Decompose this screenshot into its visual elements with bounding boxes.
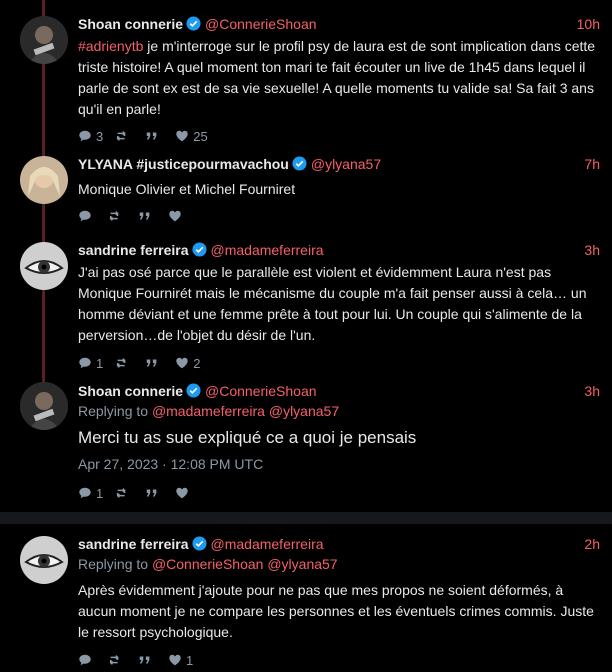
tweet-time[interactable]: 3h bbox=[584, 240, 600, 260]
author-name[interactable]: sandrine ferreira bbox=[78, 536, 189, 552]
tweet-text: Monique Olivier et Michel Fourniret bbox=[78, 181, 296, 197]
author-name[interactable]: Shoan connerie bbox=[78, 16, 183, 32]
retweet-button[interactable] bbox=[108, 209, 126, 223]
tweet-date[interactable]: Apr 27, 2023 · 12:08 PM UTC bbox=[78, 456, 600, 472]
replying-to: Replying to @ConnerieShoan @ylyana57 bbox=[78, 556, 338, 572]
retweet-button[interactable] bbox=[115, 486, 133, 500]
author-name[interactable]: YLYANA #justicepourmavachou bbox=[78, 156, 289, 172]
author-handle[interactable]: @ConnerieShoan bbox=[205, 383, 317, 399]
author-handle[interactable]: @ConnerieShoan bbox=[205, 16, 317, 32]
verified-icon bbox=[186, 16, 201, 31]
quote-icon bbox=[146, 132, 157, 140]
retweet-button[interactable] bbox=[115, 356, 133, 370]
retweet-icon bbox=[109, 211, 119, 221]
section-divider bbox=[0, 512, 612, 524]
like-button[interactable]: 2 bbox=[175, 356, 200, 371]
avatar[interactable] bbox=[20, 536, 68, 584]
tweet-text: #adrienytb je m'interroge sur le profil … bbox=[78, 38, 596, 117]
tweet-main[interactable]: Shoan connerie @ConnerieShoan 3h Replying… bbox=[0, 376, 612, 506]
author-name[interactable]: Shoan connerie bbox=[78, 383, 183, 399]
reply-button[interactable] bbox=[78, 653, 96, 667]
reply-button[interactable] bbox=[78, 209, 96, 223]
tweet-time[interactable]: 3h bbox=[584, 381, 600, 401]
tweet-time[interactable]: 2h bbox=[584, 534, 600, 554]
tweet-actions: 1 2 bbox=[78, 355, 600, 371]
quote-button[interactable] bbox=[138, 209, 156, 223]
avatar[interactable] bbox=[20, 242, 68, 290]
author-handle[interactable]: @madameferreira bbox=[211, 536, 324, 552]
retweet-icon bbox=[116, 358, 126, 368]
tweet-time[interactable]: 10h bbox=[577, 14, 600, 34]
like-button[interactable] bbox=[175, 486, 193, 500]
hashtag-link[interactable]: #adrienytb bbox=[78, 38, 143, 54]
tweet-time[interactable]: 7h bbox=[584, 154, 600, 174]
verified-icon bbox=[186, 383, 201, 398]
avatar[interactable] bbox=[20, 156, 68, 204]
like-button[interactable]: 1 bbox=[168, 653, 193, 668]
heart-icon bbox=[169, 210, 181, 222]
verified-icon bbox=[191, 536, 207, 551]
tweet-text: J'ai pas osé parce que le parallèle est … bbox=[78, 264, 587, 343]
tweet-text: Après évidemment j'ajoute pour ne pas qu… bbox=[78, 582, 594, 640]
comment-icon bbox=[79, 210, 91, 222]
quote-icon bbox=[139, 656, 150, 664]
tweet-actions: 1 bbox=[78, 652, 600, 668]
tweet-actions: 1 bbox=[78, 485, 600, 501]
heart-icon bbox=[176, 357, 188, 369]
retweet-button[interactable] bbox=[108, 653, 126, 667]
tweet[interactable]: YLYANA #justicepourmavachou @ylyana57 7h … bbox=[0, 150, 612, 230]
quote-button[interactable] bbox=[138, 653, 156, 667]
avatar[interactable] bbox=[20, 16, 68, 64]
like-button[interactable] bbox=[168, 209, 186, 223]
quote-icon bbox=[146, 489, 157, 497]
reply-button[interactable]: 1 bbox=[78, 486, 103, 501]
replying-to: Replying to @madameferreira @ylyana57 bbox=[78, 403, 340, 419]
reply-button[interactable]: 1 bbox=[78, 356, 103, 371]
retweet-button[interactable] bbox=[115, 129, 133, 143]
verified-icon bbox=[292, 156, 307, 171]
author-handle[interactable]: @ylyana57 bbox=[311, 156, 381, 172]
retweet-icon bbox=[116, 488, 126, 498]
quote-icon bbox=[146, 359, 157, 367]
author-handle[interactable]: @madameferreira bbox=[211, 242, 324, 258]
tweet-actions bbox=[78, 208, 600, 224]
quote-icon bbox=[139, 212, 150, 220]
comment-icon bbox=[79, 357, 91, 369]
tweet[interactable]: Shoan connerie @ConnerieShoan 10h #adrien… bbox=[0, 10, 612, 144]
reply-button[interactable]: 3 bbox=[78, 129, 103, 144]
tweet[interactable]: sandrine ferreira @madameferreira 2h Repl… bbox=[0, 530, 612, 670]
author-name[interactable]: sandrine ferreira bbox=[78, 242, 189, 258]
heart-icon bbox=[176, 487, 188, 499]
replying-to-handles[interactable]: @madameferreira @ylyana57 bbox=[152, 403, 339, 419]
quote-button[interactable] bbox=[145, 486, 163, 500]
verified-icon bbox=[191, 242, 207, 257]
retweet-icon bbox=[109, 655, 119, 665]
comment-icon bbox=[79, 654, 91, 666]
quote-button[interactable] bbox=[145, 129, 163, 143]
heart-icon bbox=[176, 130, 188, 142]
quote-button[interactable] bbox=[145, 356, 163, 370]
avatar[interactable] bbox=[20, 382, 68, 430]
heart-icon bbox=[169, 654, 181, 666]
tweet-actions: 3 25 bbox=[78, 128, 600, 144]
retweet-icon bbox=[116, 131, 126, 141]
comment-icon bbox=[79, 487, 91, 499]
like-button[interactable]: 25 bbox=[175, 129, 208, 144]
comment-icon bbox=[79, 130, 91, 142]
tweet[interactable]: sandrine ferreira @madameferreira 3h J'ai… bbox=[0, 236, 612, 376]
tweet-text: Merci tu as sue expliqué ce a quoi je pe… bbox=[78, 428, 417, 447]
replying-to-handles[interactable]: @ConnerieShoan @ylyana57 bbox=[152, 556, 338, 572]
